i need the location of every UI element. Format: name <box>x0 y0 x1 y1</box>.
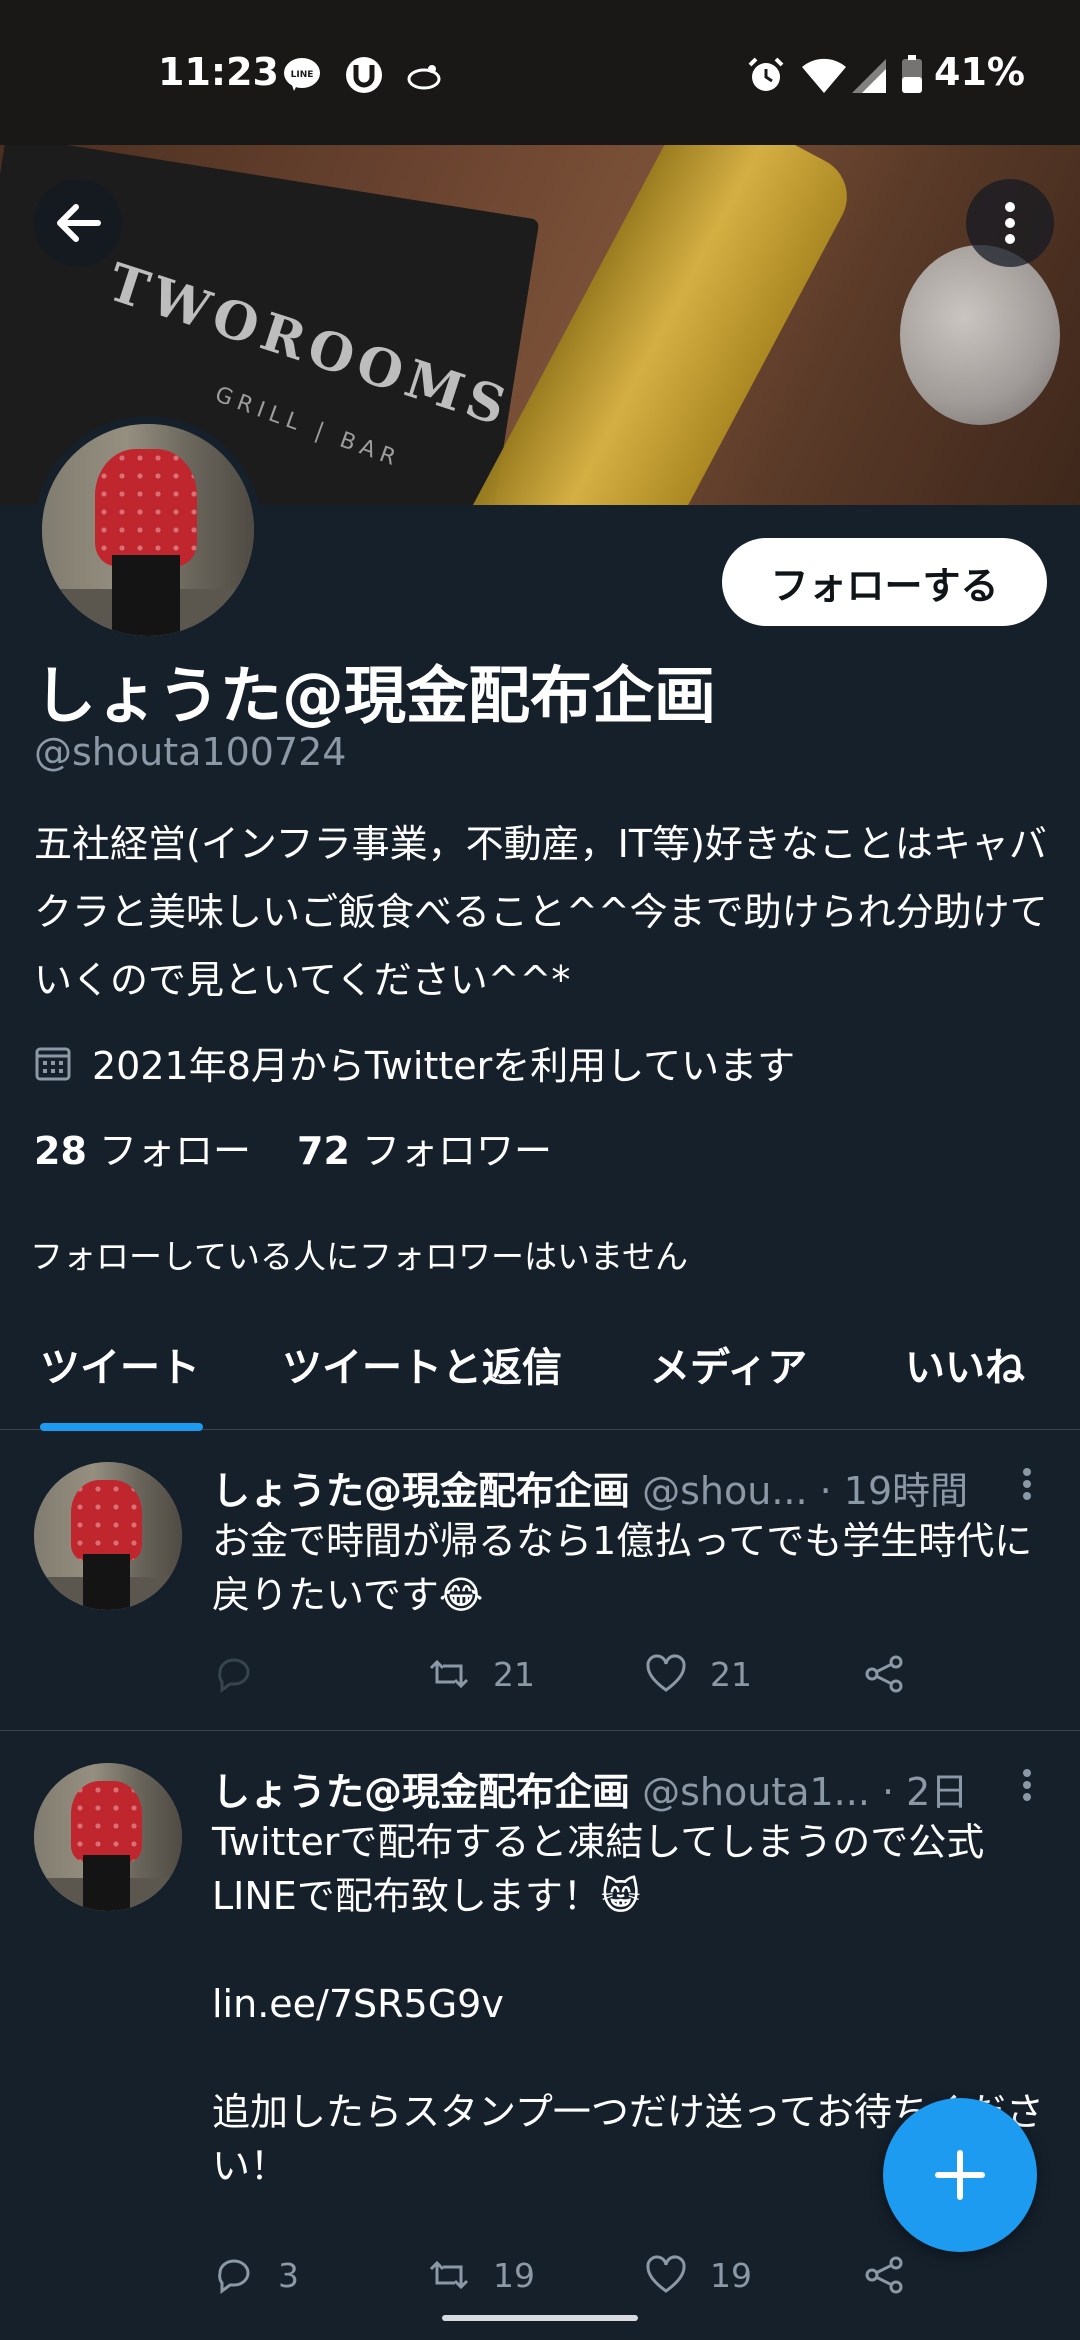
tab-media[interactable]: メディア <box>650 1335 807 1393</box>
share-button[interactable] <box>862 2253 906 2297</box>
tab-tweets[interactable]: ツイート <box>40 1335 200 1393</box>
battery-percent: 41% <box>934 50 1025 94</box>
tweet-avatar[interactable] <box>34 1462 182 1610</box>
share-icon <box>865 1655 903 1693</box>
retweet-icon <box>429 1659 469 1689</box>
tweet-header: しょうた@現金配布企画 @shouta1... · 2日 <box>212 1761 1042 1816</box>
calendar-icon <box>35 1047 71 1080</box>
retweet-button[interactable]: 21 <box>427 1652 535 1696</box>
tweet-author-name: しょうた@現金配布企画 <box>212 1469 631 1513</box>
mutual-followers-note: フォローしている人にフォロワーはいません <box>30 1237 689 1276</box>
reply-button[interactable]: 3 <box>212 2253 299 2297</box>
like-button[interactable]: 19 <box>644 2253 752 2297</box>
like-count: 21 <box>710 1654 752 1694</box>
following-link[interactable]: 28 フォロー <box>34 1120 251 1175</box>
tweet-meta: @shouta1... · 2日 <box>642 1770 969 1814</box>
profile-tabs: ツイート ツイートと返信 メディア いいね <box>0 1315 1080 1431</box>
retweet-button[interactable]: 19 <box>427 2253 535 2297</box>
retweet-icon <box>429 2260 469 2290</box>
profile-bio: 五社経営(インフラ事業，不動産，IT等)好きなことはキャバクラと美味しいご飯食べ… <box>34 822 1048 1002</box>
bird-icon <box>407 65 441 90</box>
joined-text: 2021年8月からTwitterを利用しています <box>92 1044 796 1088</box>
tweet-text: お金で時間が帰るなら1億払ってでも学生時代に戻りたいです😂 <box>212 1519 1033 1617</box>
retweet-count: 21 <box>493 1654 535 1694</box>
signal-icon <box>852 59 886 93</box>
heart-icon <box>646 1654 686 1692</box>
heart-icon <box>646 2255 686 2293</box>
reply-icon <box>218 2259 250 2294</box>
more-options-button[interactable] <box>966 179 1054 267</box>
alarm-icon <box>748 57 784 91</box>
tweet-item[interactable]: しょうた@現金配布企画 @shouta1... · 2日 Twitterで配布す… <box>0 1731 1080 2331</box>
retweet-count: 19 <box>493 2255 535 2295</box>
utorrent-icon <box>346 57 382 93</box>
back-arrow-icon <box>57 204 101 242</box>
tweet-header: しょうた@現金配布企画 @shou... · 19時間 <box>212 1460 1042 1515</box>
tweet-author-name: しょうた@現金配布企画 <box>212 1770 631 1814</box>
follow-counts: 28 フォロー 72 フォロワー <box>34 1120 552 1175</box>
tweet-more-icon[interactable] <box>1012 1464 1042 1504</box>
more-vertical-icon <box>1005 202 1015 244</box>
tab-tweets-replies[interactable]: ツイートと返信 <box>282 1335 562 1393</box>
svg-text:LINE: LINE <box>291 70 314 80</box>
reply-count: 3 <box>278 2255 299 2295</box>
wifi-icon <box>802 58 846 93</box>
followers-count: 72 <box>297 1129 350 1173</box>
share-icon <box>865 2256 903 2294</box>
home-indicator[interactable] <box>442 2315 638 2321</box>
status-bar: 11:23 LINE 41% <box>0 0 1080 145</box>
profile-handle: @shouta100724 <box>34 730 347 774</box>
joined-date: 2021年8月からTwitterを利用しています <box>34 1035 795 1090</box>
tab-likes[interactable]: いいね <box>905 1335 1025 1393</box>
tweet-actions: 3 19 19 <box>212 2253 932 2313</box>
reply-icon <box>218 1658 250 1693</box>
banner-bowl <box>900 245 1060 425</box>
line-icon: LINE <box>284 58 320 91</box>
tweet-avatar[interactable] <box>34 1763 182 1911</box>
profile-avatar[interactable] <box>34 416 262 644</box>
compose-tweet-button[interactable] <box>883 2098 1037 2252</box>
tweet-meta: @shou... · 19時間 <box>642 1469 969 1513</box>
plus-icon <box>935 2150 985 2200</box>
share-button[interactable] <box>862 1652 906 1696</box>
profile-display-name: しょうた@現金配布企画 <box>34 659 717 732</box>
tweet-more-icon[interactable] <box>1012 1765 1042 1805</box>
back-button[interactable] <box>34 179 122 267</box>
following-label: フォロー <box>98 1129 251 1173</box>
following-count: 28 <box>34 1129 87 1173</box>
like-button[interactable]: 21 <box>644 1652 752 1696</box>
like-count: 19 <box>710 2255 752 2295</box>
followers-label: フォロワー <box>361 1129 552 1173</box>
followers-link[interactable]: 72 フォロワー <box>297 1120 552 1175</box>
status-time: 11:23 <box>158 50 279 94</box>
battery-icon <box>902 55 922 93</box>
reply-button[interactable] <box>212 1652 278 1696</box>
tweet-item[interactable]: しょうた@現金配布企画 @shou... · 19時間 お金で時間が帰るなら1億… <box>0 1430 1080 1730</box>
follow-button[interactable]: フォローする <box>722 538 1047 626</box>
tweet-actions: 21 21 <box>212 1652 932 1712</box>
